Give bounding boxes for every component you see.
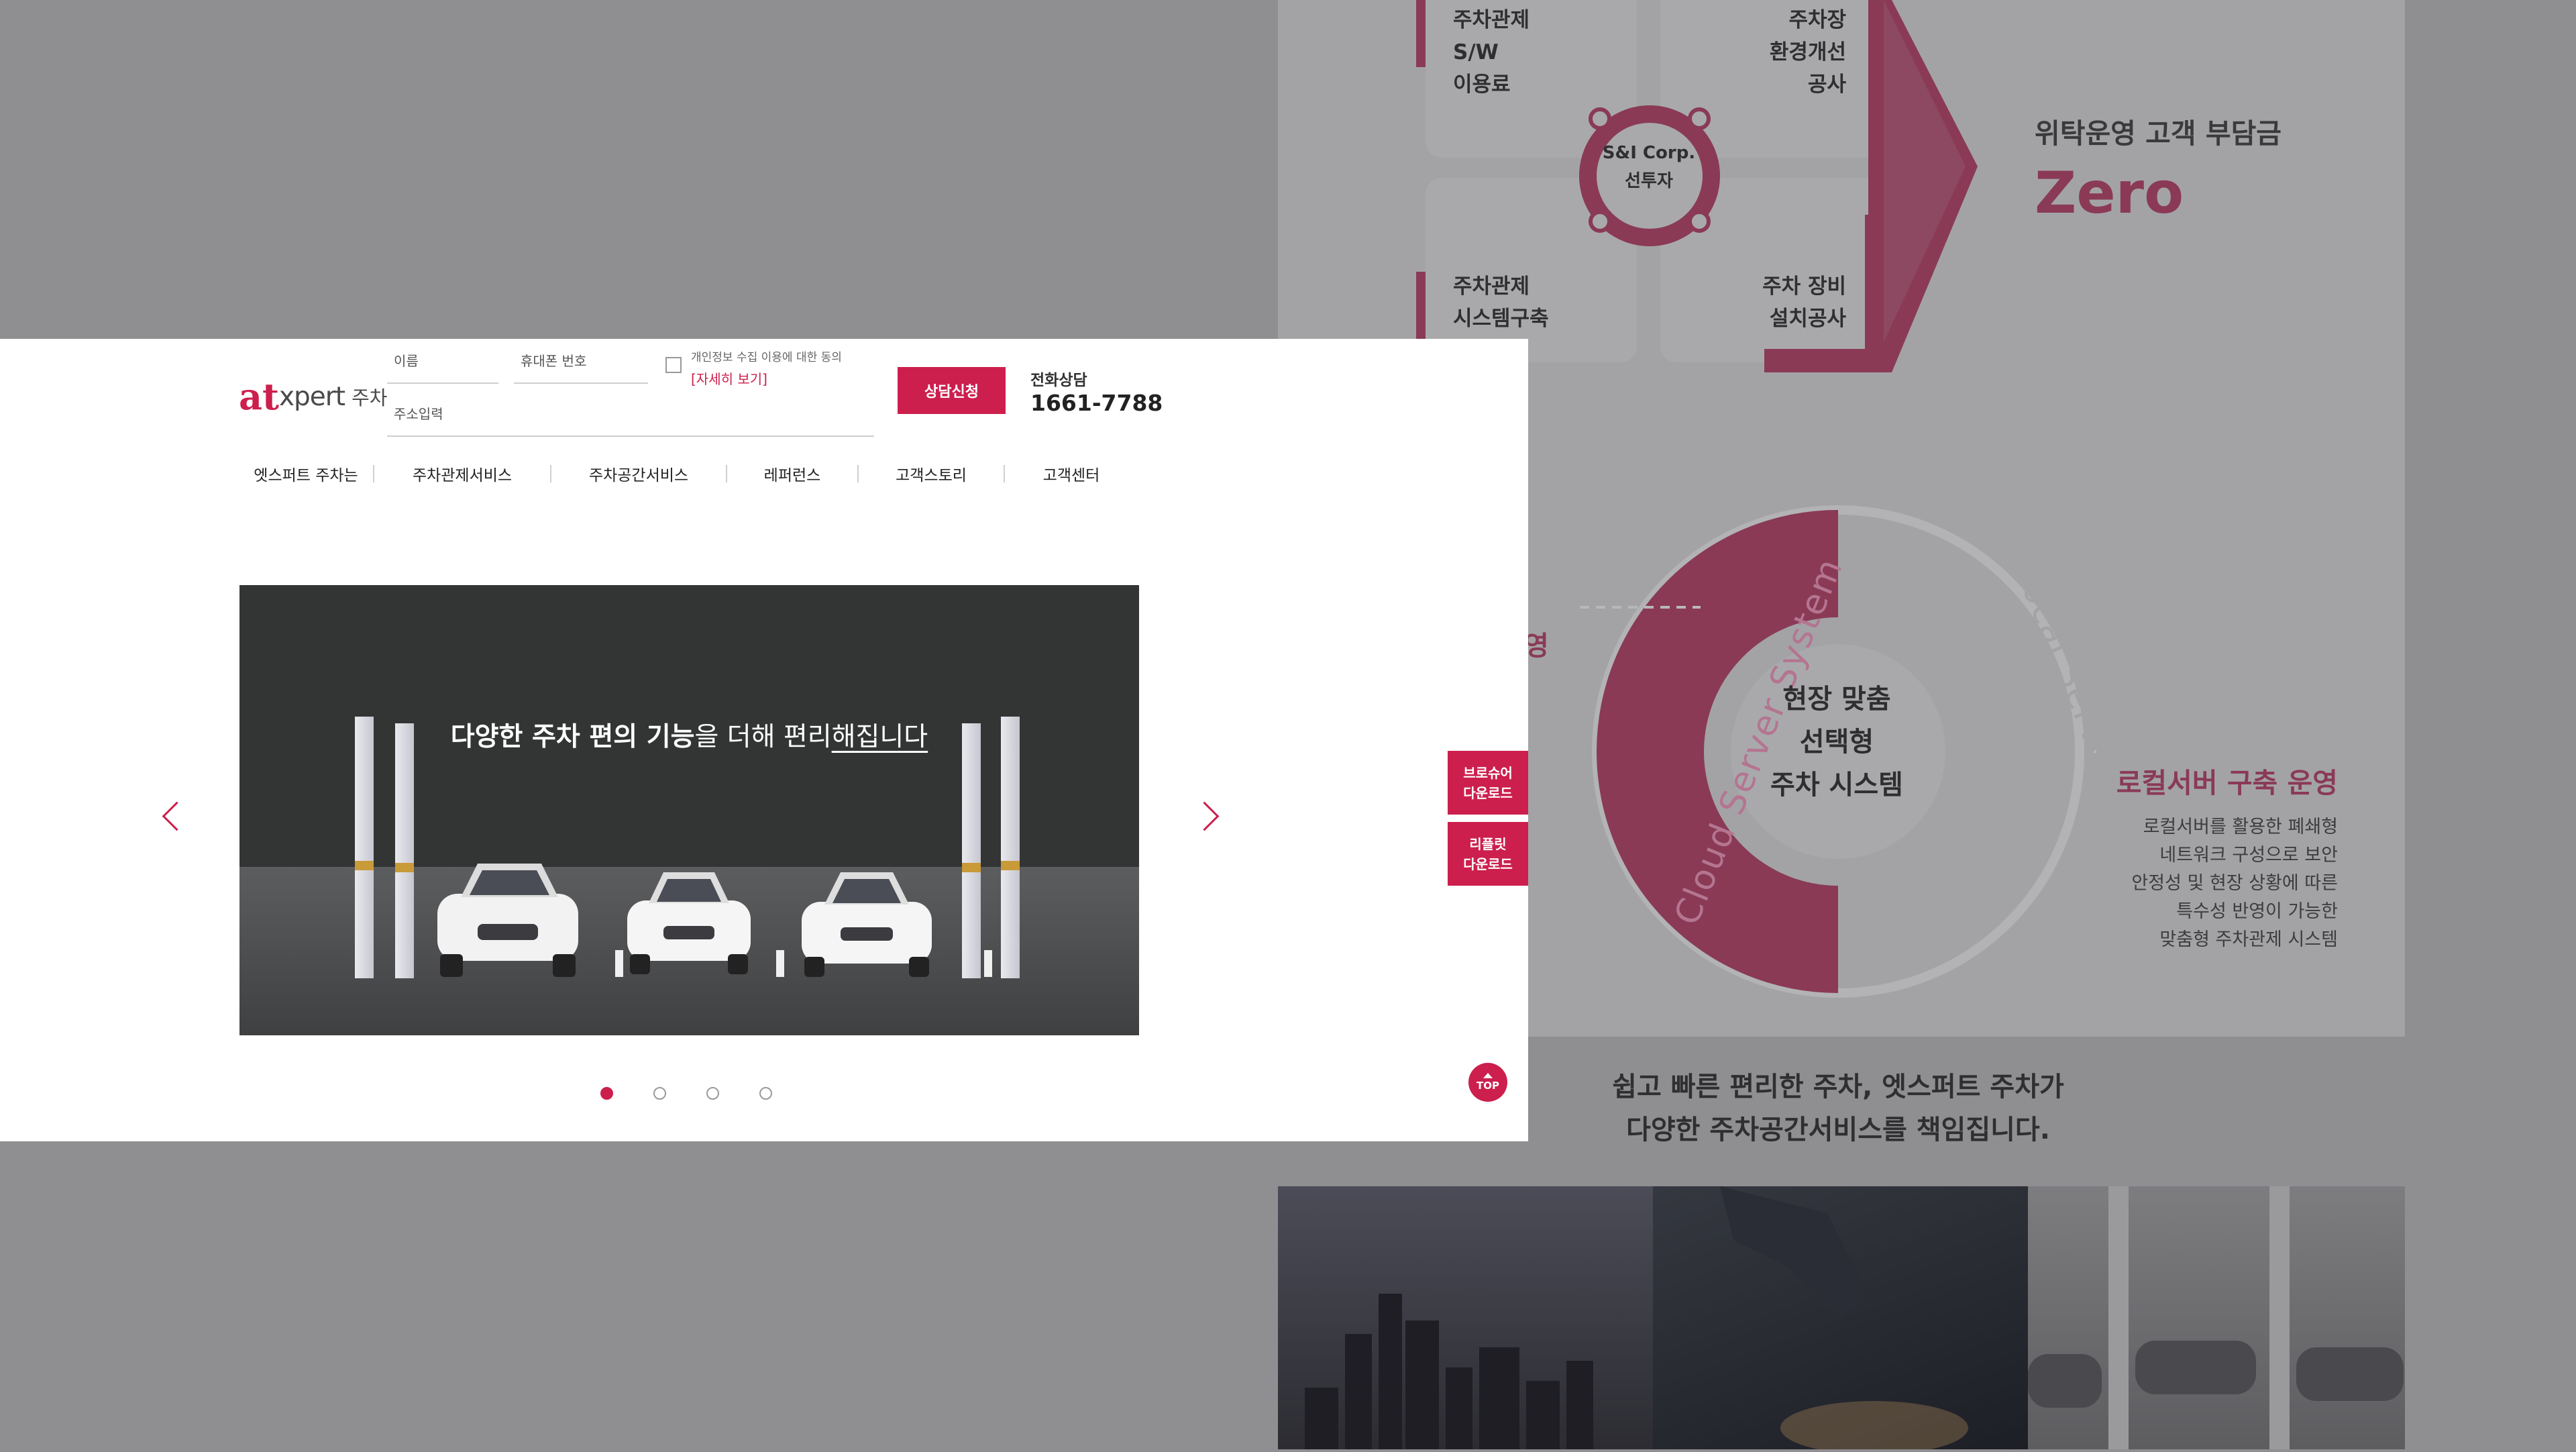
privacy-agree-checkbox[interactable]: [665, 357, 682, 373]
cell-bottom-right-line2: 설치공사: [1769, 307, 1846, 331]
local-desc-line5: 맞춤형 주차관제 시스템: [2159, 929, 2338, 950]
logo-korean: 주차: [352, 386, 388, 409]
photo-hand-touch: [1653, 1186, 2028, 1452]
leaflet-download-label: 리플릿 다운로드: [1463, 834, 1513, 874]
phone-input[interactable]: [514, 349, 648, 384]
slider-dot-3[interactable]: [706, 1087, 719, 1100]
slide-car-sedan: [802, 872, 932, 977]
slide-car-suv: [437, 864, 578, 977]
slider-dot-2[interactable]: [653, 1087, 666, 1100]
privacy-detail-link[interactable]: [자세히 보기]: [691, 368, 767, 388]
leaflet-download-button[interactable]: 리플릿 다운로드: [1448, 822, 1528, 886]
leaflet-line1: 리플릿: [1469, 835, 1507, 852]
nav-item-customer-center[interactable]: 고객센터: [1005, 462, 1138, 485]
nav-item-about[interactable]: 엣스퍼트 주차는: [239, 462, 373, 485]
address-input[interactable]: [387, 402, 874, 437]
cell-bottom-right-line1: 주차 장비: [1762, 274, 1846, 299]
photo-city-skyline: [1278, 1186, 1653, 1449]
tagline-line2: 다양한 주차공간서비스를 책임집니다.: [1626, 1114, 2050, 1145]
slider-pagination: [600, 1087, 772, 1100]
leaflet-line2: 다운로드: [1463, 855, 1513, 872]
zero-title: Zero: [2035, 160, 2184, 227]
name-input[interactable]: [387, 349, 498, 384]
slide-car-sedan: [627, 872, 751, 974]
cell-top-right-line1: 주차장: [1788, 8, 1846, 32]
cell-bottom-left-line1: 주차관제: [1453, 274, 1530, 299]
cell-top-left-line3: 이용료: [1453, 72, 1511, 97]
slide-title-bold: 다양한 주차 편의 기능: [450, 722, 695, 752]
slide-pillar: [395, 723, 414, 978]
slide-pillar: [1001, 717, 1020, 978]
server-center-line1: 현장 맞춤: [1782, 684, 1891, 715]
local-desc-line1: 로컬서버를 활용한 폐쇄형: [2143, 817, 2338, 837]
slide-title-underline: 해집니다: [831, 722, 928, 752]
server-center-line2: 선택형: [1799, 727, 1874, 758]
tel-label: 전화상담: [1030, 372, 1087, 389]
parking-line: [984, 950, 992, 977]
brochure-download-label: 브로슈어 다운로드: [1463, 763, 1513, 803]
cell-top-right-line2: 환경개선: [1769, 40, 1846, 64]
cell-bottom-left-line2: 시스템구축: [1453, 307, 1549, 331]
tel-number[interactable]: 1661-7788: [1030, 390, 1163, 416]
parking-line: [776, 950, 784, 977]
slider-next-icon[interactable]: [1189, 801, 1220, 831]
main-nav: 엣스퍼트 주차는 주차관제서비스 주차공간서비스 레퍼런스 고객스토리 고객센터: [239, 457, 1138, 490]
site-logo[interactable]: at xpert 주차: [239, 375, 387, 418]
slide-title-mid: 을 더해 편리: [694, 722, 832, 752]
slide-title: 다양한 주차 편의 기능을 더해 편리해집니다: [239, 716, 1139, 754]
logo-mark-icon: at: [239, 375, 279, 418]
slider-prev-icon[interactable]: [162, 801, 192, 831]
slider-dot-4[interactable]: [759, 1087, 772, 1100]
brochure-line1: 브로슈어: [1463, 764, 1513, 781]
nav-item-customer-story[interactable]: 고객스토리: [859, 462, 1004, 485]
diagram-accent-left-top: [1416, 0, 1426, 67]
local-desc-line2: 네트워크 구성으로 보안: [2159, 845, 2338, 866]
hero-slider[interactable]: 다양한 주차 편의 기능을 더해 편리해집니다: [239, 585, 1139, 1035]
local-desc-line3: 안정성 및 현장 상황에 따른: [2131, 873, 2338, 894]
arrow-up-icon: [1483, 1073, 1493, 1078]
slide-pillar: [355, 717, 374, 978]
brochure-line2: 다운로드: [1463, 784, 1513, 801]
local-server-title: 로컬서버 구축 운영: [2116, 767, 2338, 799]
tagline-line1: 쉽고 빠른 편리한 주차, 엣스퍼트 주차가: [1612, 1072, 2064, 1102]
cell-top-left-line2: S/W: [1453, 40, 1499, 64]
scroll-top-label: TOP: [1477, 1080, 1499, 1092]
consult-submit-button[interactable]: 상담신청: [898, 367, 1006, 414]
zero-subtitle: 위탁운영 고객 부담금: [2035, 117, 2282, 150]
slide-pillar: [962, 723, 981, 978]
nav-item-reference[interactable]: 레퍼런스: [727, 462, 857, 485]
brochure-download-button[interactable]: 브로슈어 다운로드: [1448, 751, 1528, 815]
nav-item-control-service[interactable]: 주차관제서비스: [374, 462, 550, 485]
cell-top-left-line1: 주차관제: [1453, 8, 1530, 32]
logo-word: xpert: [278, 381, 345, 412]
slider-dot-1[interactable]: [600, 1087, 613, 1100]
cell-top-right-line3: 공사: [1807, 72, 1846, 97]
investment-center-line2: 선투자: [1625, 171, 1673, 191]
privacy-agree-text: 개인정보 수집 이용에 대한 동의: [691, 351, 842, 364]
scroll-top-button[interactable]: TOP: [1468, 1063, 1507, 1102]
nav-item-space-service[interactable]: 주차공간서비스: [551, 462, 726, 485]
server-center-line3: 주차 시스템: [1770, 770, 1903, 800]
photo-parking-garage: [2028, 1186, 2405, 1449]
investment-center-line1: S&I Corp.: [1602, 143, 1696, 163]
local-desc-line4: 특수성 반영이 가능한: [2176, 901, 2338, 922]
popup-page: at xpert 주차 개인정보 수집 이용에 대한 동의 [자세히 보기] 상…: [0, 339, 1528, 1141]
